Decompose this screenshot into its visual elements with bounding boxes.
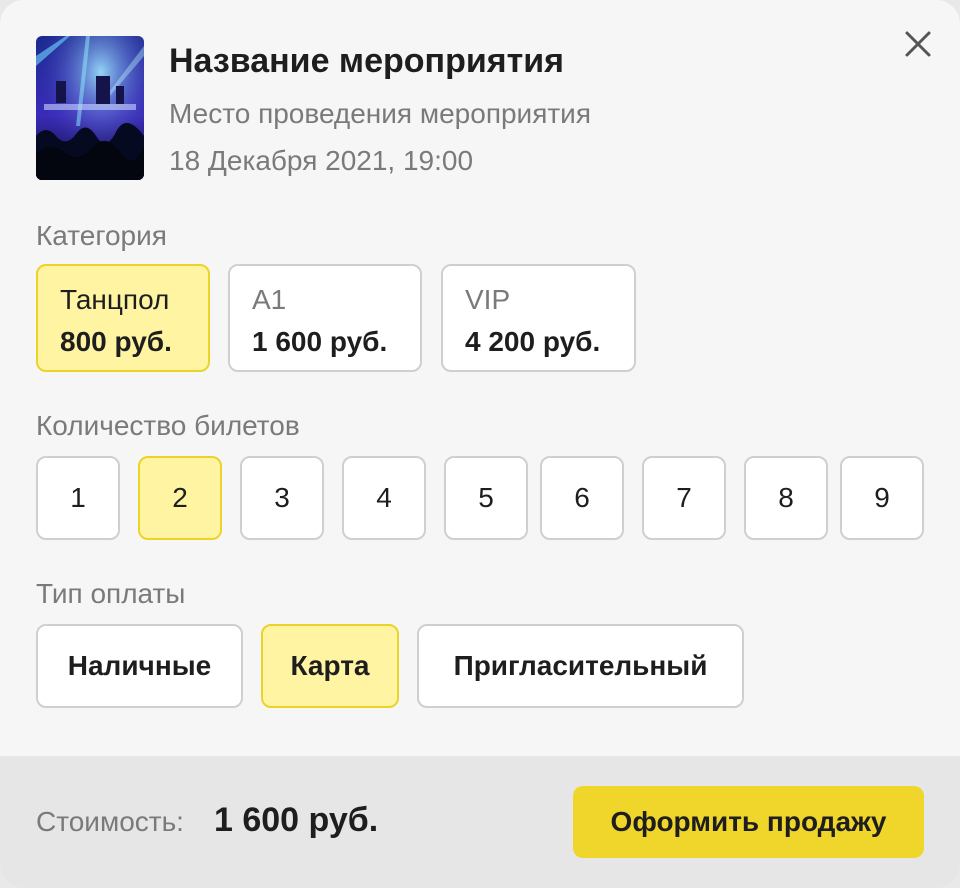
event-thumbnail bbox=[36, 36, 144, 180]
quantity-option-2[interactable]: 2 bbox=[138, 456, 222, 540]
quantity-option-5[interactable]: 5 bbox=[444, 456, 528, 540]
category-price: 1 600 руб. bbox=[252, 326, 388, 357]
category-price: 4 200 руб. bbox=[465, 326, 601, 357]
category-name: Танцпол bbox=[60, 284, 170, 315]
category-option-dancefloor[interactable]: Танцпол 800 руб. bbox=[36, 264, 210, 372]
cost-label: Стоимость: bbox=[36, 806, 184, 837]
event-date: 18 Декабря 2021, 19:00 bbox=[169, 145, 474, 176]
cost-value: 1 600 руб. bbox=[214, 801, 379, 839]
category-label: Категория bbox=[36, 220, 167, 251]
category-option-vip[interactable]: VIP 4 200 руб. bbox=[441, 264, 636, 372]
payment-option-cash[interactable]: Наличные bbox=[36, 624, 243, 708]
quantity-option-9[interactable]: 9 bbox=[840, 456, 924, 540]
quantity-label: Количество билетов bbox=[36, 410, 300, 441]
event-venue: Место проведения мероприятия bbox=[169, 98, 591, 129]
quantity-option-4[interactable]: 4 bbox=[342, 456, 426, 540]
quantity-option-7[interactable]: 7 bbox=[642, 456, 726, 540]
close-button[interactable] bbox=[898, 24, 938, 64]
quantity-option-6[interactable]: 6 bbox=[540, 456, 624, 540]
quantity-option-8[interactable]: 8 bbox=[744, 456, 828, 540]
category-option-a1[interactable]: A1 1 600 руб. bbox=[228, 264, 422, 372]
ticket-sale-dialog: Название мероприятия Место проведения ме… bbox=[0, 0, 960, 888]
quantity-option-3[interactable]: 3 bbox=[240, 456, 324, 540]
payment-option-card[interactable]: Карта bbox=[261, 624, 399, 708]
category-price: 800 руб. bbox=[60, 326, 172, 357]
payment-label: Тип оплаты bbox=[36, 578, 186, 609]
payment-option-invitation[interactable]: Пригласительный bbox=[417, 624, 744, 708]
category-name: A1 bbox=[252, 284, 287, 315]
category-name: VIP bbox=[465, 284, 511, 315]
close-icon bbox=[905, 31, 931, 57]
quantity-option-1[interactable]: 1 bbox=[36, 456, 120, 540]
dialog-footer: Стоимость: 1 600 руб. Оформить продажу bbox=[0, 756, 960, 888]
submit-sale-button[interactable]: Оформить продажу bbox=[573, 786, 924, 858]
concert-image-icon bbox=[36, 36, 144, 180]
event-title: Название мероприятия bbox=[169, 42, 564, 80]
